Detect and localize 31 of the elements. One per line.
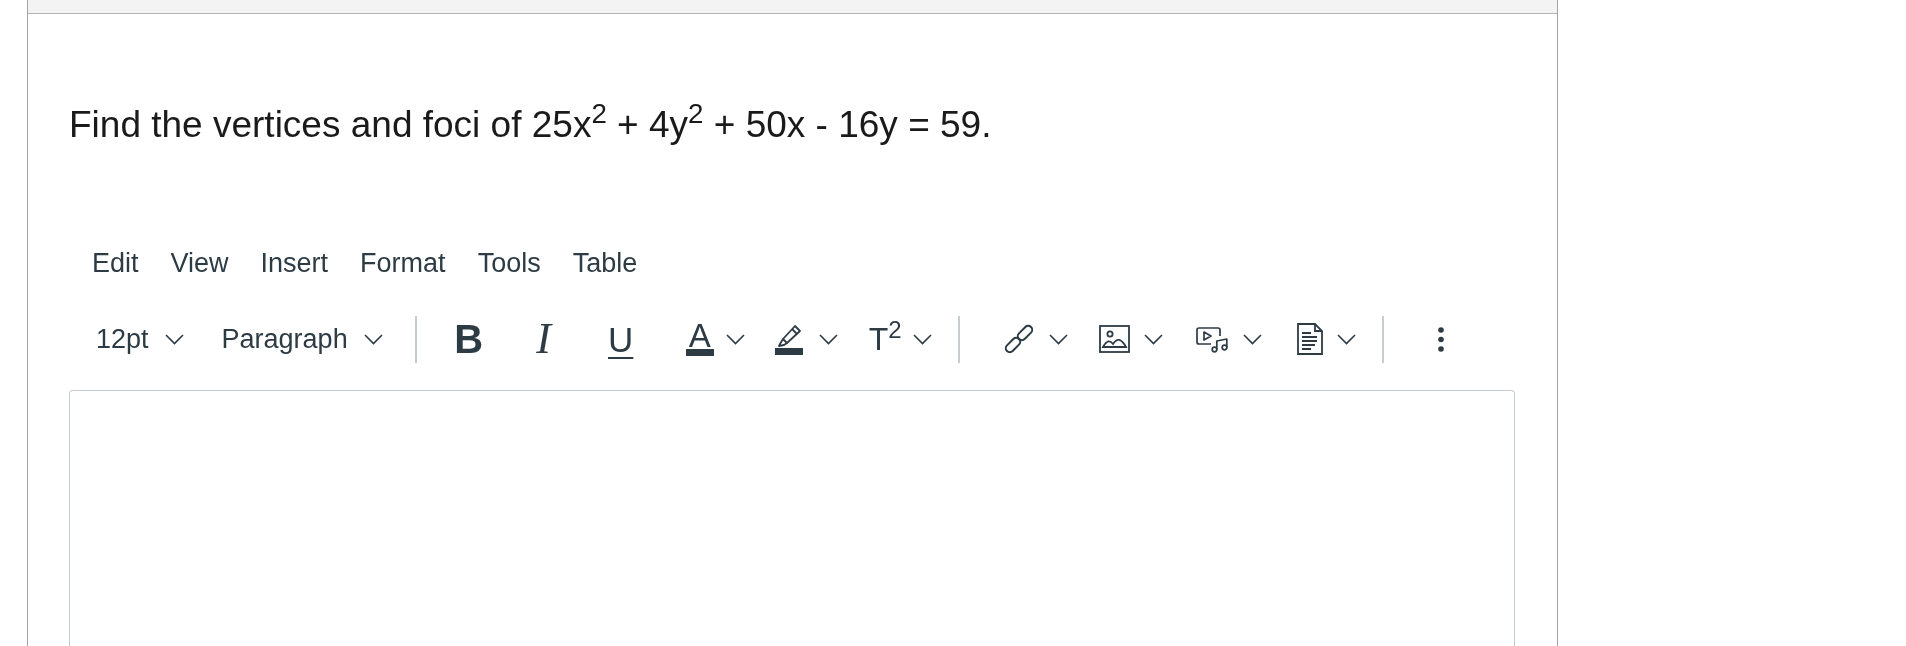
vertical-dots-icon xyxy=(1437,326,1444,352)
image-icon xyxy=(1098,325,1130,353)
chevron-down-icon xyxy=(1336,333,1356,345)
chevron-down-icon xyxy=(818,333,838,345)
question-text: Find the vertices and foci of 25x$^{2}$ + 4y$^{2}$ + 50x - 16y = 59. xyxy=(69,103,992,147)
font-size-dropdown[interactable]: 12pt xyxy=(80,313,200,365)
menu-item[interactable]: Format xyxy=(344,241,462,285)
color-bar-icon xyxy=(685,348,714,356)
chevron-down-icon xyxy=(363,333,383,345)
bold-button[interactable]: B xyxy=(443,313,494,365)
italic-button[interactable]: I xyxy=(518,313,569,365)
menu-item[interactable]: Table xyxy=(556,241,654,285)
chevron-down-icon xyxy=(725,333,745,345)
color-bar-icon xyxy=(774,347,803,355)
document-icon xyxy=(1296,323,1323,355)
block-format-dropdown[interactable]: Paragraph xyxy=(205,313,399,365)
chevron-down-icon xyxy=(1143,333,1163,345)
underline-button[interactable]: U xyxy=(595,313,646,365)
menu-item[interactable]: Insert xyxy=(244,241,345,285)
chevron-down-icon xyxy=(164,333,184,345)
chevron-down-icon xyxy=(1048,333,1068,345)
chevron-down-icon xyxy=(912,333,932,345)
highlighter-icon xyxy=(775,323,803,347)
chevron-down-icon xyxy=(1242,333,1262,345)
menu-item[interactable]: Tools xyxy=(461,241,557,285)
superscript-button[interactable]: T$^{2}$ xyxy=(859,313,942,365)
text-color-button[interactable]: A xyxy=(673,313,755,365)
menu-item[interactable]: Edit xyxy=(76,241,155,285)
menu-item[interactable]: View xyxy=(154,241,245,285)
media-icon xyxy=(1195,325,1229,353)
link-icon xyxy=(1002,323,1035,355)
